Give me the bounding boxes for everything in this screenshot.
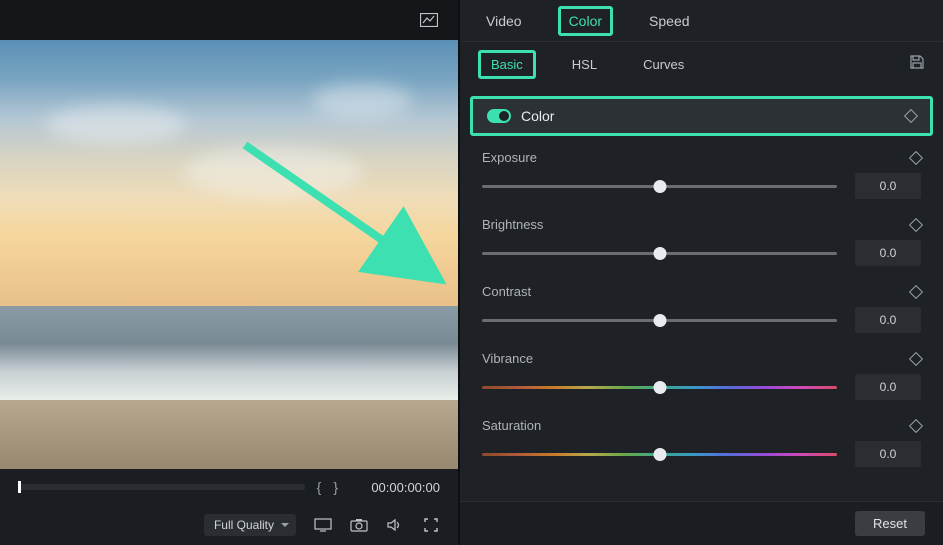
sliders-container: Exposure 0.0 Brightness 0.0 [460,136,943,467]
brightness-value[interactable]: 0.0 [855,240,921,266]
subtab-hsl[interactable]: HSL [562,53,607,76]
timeline-scrubber[interactable] [18,484,305,490]
vibrance-label: Vibrance [482,351,533,366]
sub-tabs: Basic HSL Curves [460,42,943,86]
exposure-keyframe-icon[interactable] [909,150,923,164]
contrast-keyframe-icon[interactable] [909,284,923,298]
player-controls: Full Quality [0,505,458,545]
brightness-slider[interactable] [482,252,837,255]
main-tabs: Video Color Speed [460,0,943,42]
preview-topbar [0,0,458,40]
saturation-value[interactable]: 0.0 [855,441,921,467]
exposure-value[interactable]: 0.0 [855,173,921,199]
brightness-thumb[interactable] [653,247,666,260]
vibrance-value[interactable]: 0.0 [855,374,921,400]
save-preset-icon[interactable] [909,54,925,70]
quality-dropdown[interactable]: Full Quality [204,514,296,536]
volume-icon[interactable] [386,516,404,534]
snapshot-icon[interactable] [350,516,368,534]
display-icon[interactable] [314,516,332,534]
scrubber-handle[interactable] [18,481,21,493]
color-section-header: Color [470,96,933,136]
video-preview[interactable] [0,40,458,469]
vibrance-keyframe-icon[interactable] [909,351,923,365]
contrast-label: Contrast [482,284,531,299]
fullscreen-icon[interactable] [422,516,440,534]
vibrance-group: Vibrance 0.0 [482,351,921,400]
tab-color[interactable]: Color [558,6,613,36]
brightness-label: Brightness [482,217,543,232]
reset-button[interactable]: Reset [855,511,925,536]
saturation-slider[interactable] [482,453,837,456]
reset-bar: Reset [460,501,943,545]
saturation-keyframe-icon[interactable] [909,418,923,432]
image-mode-icon[interactable] [420,11,438,29]
brightness-keyframe-icon[interactable] [909,217,923,231]
subtab-curves[interactable]: Curves [633,53,694,76]
saturation-group: Saturation 0.0 [482,418,921,467]
contrast-thumb[interactable] [653,314,666,327]
vibrance-slider[interactable] [482,386,837,389]
contrast-slider[interactable] [482,319,837,322]
mark-in-button[interactable]: { [317,479,322,495]
mark-out-button[interactable]: } [333,479,338,495]
exposure-thumb[interactable] [653,180,666,193]
section-keyframe-icon[interactable] [904,109,918,123]
tab-video[interactable]: Video [478,9,530,33]
preview-image [0,40,458,469]
scrubber-row: { } 00:00:00:00 [0,469,458,505]
contrast-value[interactable]: 0.0 [855,307,921,333]
saturation-label: Saturation [482,418,541,433]
subtab-basic[interactable]: Basic [478,50,536,79]
brightness-group: Brightness 0.0 [482,217,921,266]
exposure-slider[interactable] [482,185,837,188]
contrast-group: Contrast 0.0 [482,284,921,333]
exposure-label: Exposure [482,150,537,165]
tab-speed[interactable]: Speed [641,9,697,33]
timecode-display: 00:00:00:00 [350,480,440,495]
vibrance-thumb[interactable] [653,381,666,394]
color-toggle[interactable] [487,109,511,123]
preview-panel: { } 00:00:00:00 Full Quality [0,0,458,545]
saturation-thumb[interactable] [653,448,666,461]
properties-panel: Video Color Speed Basic HSL Curves Color… [458,0,943,545]
section-title: Color [521,108,554,124]
exposure-group: Exposure 0.0 [482,150,921,199]
